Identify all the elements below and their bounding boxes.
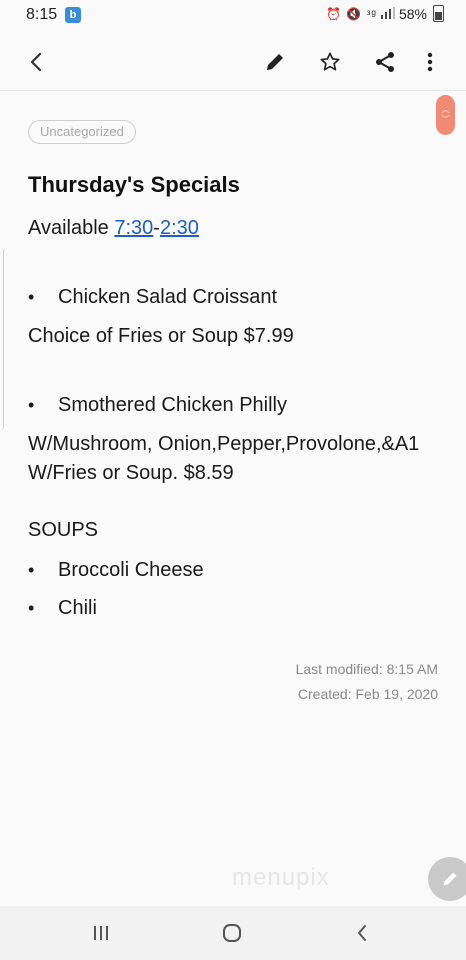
watermark: menupix	[232, 864, 330, 891]
item-text: Chicken Salad Croissant	[58, 286, 277, 308]
back-icon	[358, 925, 366, 941]
home-icon	[223, 924, 241, 942]
item-text: Chili	[58, 597, 97, 619]
back-button[interactable]	[18, 44, 54, 80]
status-bar: 8:15 b ⏰ 🔇 ᵌᵍ 58%	[0, 0, 466, 32]
item-text: Smothered Chicken Philly	[58, 394, 287, 416]
share-icon	[376, 52, 394, 72]
scroll-handle[interactable]: ︿ ﹀	[436, 95, 455, 135]
item-detail: Choice of Fries or Soup $7.99	[28, 325, 294, 347]
app-bar	[0, 34, 466, 91]
time-separator: -	[153, 217, 160, 239]
edge-panel-handle[interactable]	[0, 248, 4, 430]
last-modified: Last modified: 8:15 AM	[295, 661, 438, 677]
system-back-button[interactable]	[347, 918, 377, 948]
more-icon	[427, 52, 433, 72]
nav-bar	[0, 906, 466, 960]
availability-line: Available 7:30-2:30	[28, 217, 199, 240]
created-date: Created: Feb 19, 2020	[297, 686, 438, 702]
edit-fab[interactable]	[428, 857, 466, 901]
star-icon	[320, 52, 340, 71]
time-start-link[interactable]: 7:30	[114, 217, 153, 239]
bullet: •	[28, 598, 35, 618]
item-text: Broccoli Cheese	[58, 559, 204, 581]
recents-button[interactable]	[86, 918, 116, 948]
status-glyphs: ⏰ 🔇 ᵌᵍ	[326, 6, 377, 21]
item-detail: W/Mushroom, Onion,Pepper,Provolone,&A1	[28, 433, 420, 455]
pencil-icon	[443, 872, 457, 886]
status-right: ⏰ 🔇 ᵌᵍ 58%	[326, 5, 444, 22]
bullet: •	[28, 287, 35, 307]
list-item: • Smothered Chicken Philly	[28, 394, 287, 417]
item-detail: W/Fries or Soup. $8.59	[28, 462, 234, 484]
favorite-button[interactable]	[312, 44, 348, 80]
edit-button[interactable]	[257, 44, 293, 80]
battery-icon	[433, 5, 444, 22]
note-title: Thursday's Specials	[28, 172, 240, 197]
category-chip[interactable]: Uncategorized	[28, 120, 136, 144]
bullet: •	[28, 560, 35, 580]
status-time: 8:15	[26, 6, 58, 23]
battery-percent: 58%	[398, 5, 427, 22]
available-label: Available	[28, 217, 115, 239]
home-button[interactable]	[217, 918, 247, 948]
chevron-down-icon: ﹀	[441, 115, 450, 124]
screen: 8:15 b ⏰ 🔇 ᵌᵍ 58% ︿ ﹀ Uncategorized Thur…	[0, 0, 466, 960]
recents-icon	[94, 926, 108, 940]
list-item: • Chicken Salad Croissant	[28, 286, 277, 309]
list-item: • Chili	[28, 597, 97, 620]
bullet: •	[28, 395, 35, 415]
chevron-up-icon: ︿	[441, 105, 450, 114]
time-end-link[interactable]: 2:30	[160, 217, 199, 239]
share-button[interactable]	[367, 44, 403, 80]
signal-icon	[380, 6, 395, 22]
notification-icon: b	[65, 7, 81, 23]
list-item: • Broccoli Cheese	[28, 559, 204, 582]
back-icon	[30, 52, 42, 72]
more-options-button[interactable]	[412, 44, 448, 80]
pencil-icon	[267, 54, 283, 70]
section-heading: SOUPS	[28, 519, 99, 541]
